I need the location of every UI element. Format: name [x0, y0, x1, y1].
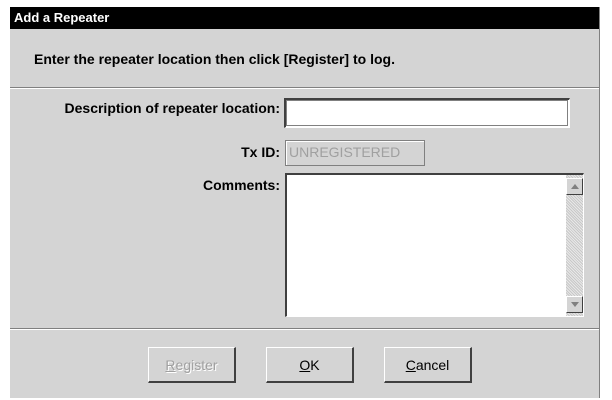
- comments-label: Comments:: [202, 177, 280, 193]
- comments-scrollbar[interactable]: [566, 175, 583, 316]
- description-label: Description of repeater location:: [64, 100, 280, 116]
- bottom-divider: [10, 328, 599, 330]
- dialog-title: Add a Repeater: [10, 7, 599, 29]
- scroll-up-arrow-icon[interactable]: [566, 178, 583, 195]
- comments-textarea[interactable]: [285, 173, 584, 317]
- add-repeater-dialog: Add a Repeater Enter the repeater locati…: [10, 7, 600, 398]
- cancel-mnemonic: C: [405, 356, 416, 373]
- instruction-text: Enter the repeater location then click […: [34, 51, 395, 67]
- register-button[interactable]: Register: [148, 347, 236, 383]
- cancel-button[interactable]: Cancel: [384, 347, 472, 383]
- txid-label: Tx ID:: [241, 144, 280, 160]
- txid-field: UNREGISTERED: [285, 140, 425, 166]
- cancel-label: ancel: [415, 356, 450, 373]
- ok-mnemonic: O: [299, 356, 311, 373]
- ok-button[interactable]: OK: [266, 347, 354, 383]
- scroll-down-arrow-icon[interactable]: [566, 296, 583, 313]
- register-mnemonic: R: [165, 356, 176, 373]
- register-label: egister: [175, 356, 218, 373]
- top-divider: [10, 87, 599, 89]
- ok-label: K: [310, 356, 320, 373]
- description-input[interactable]: [284, 98, 570, 128]
